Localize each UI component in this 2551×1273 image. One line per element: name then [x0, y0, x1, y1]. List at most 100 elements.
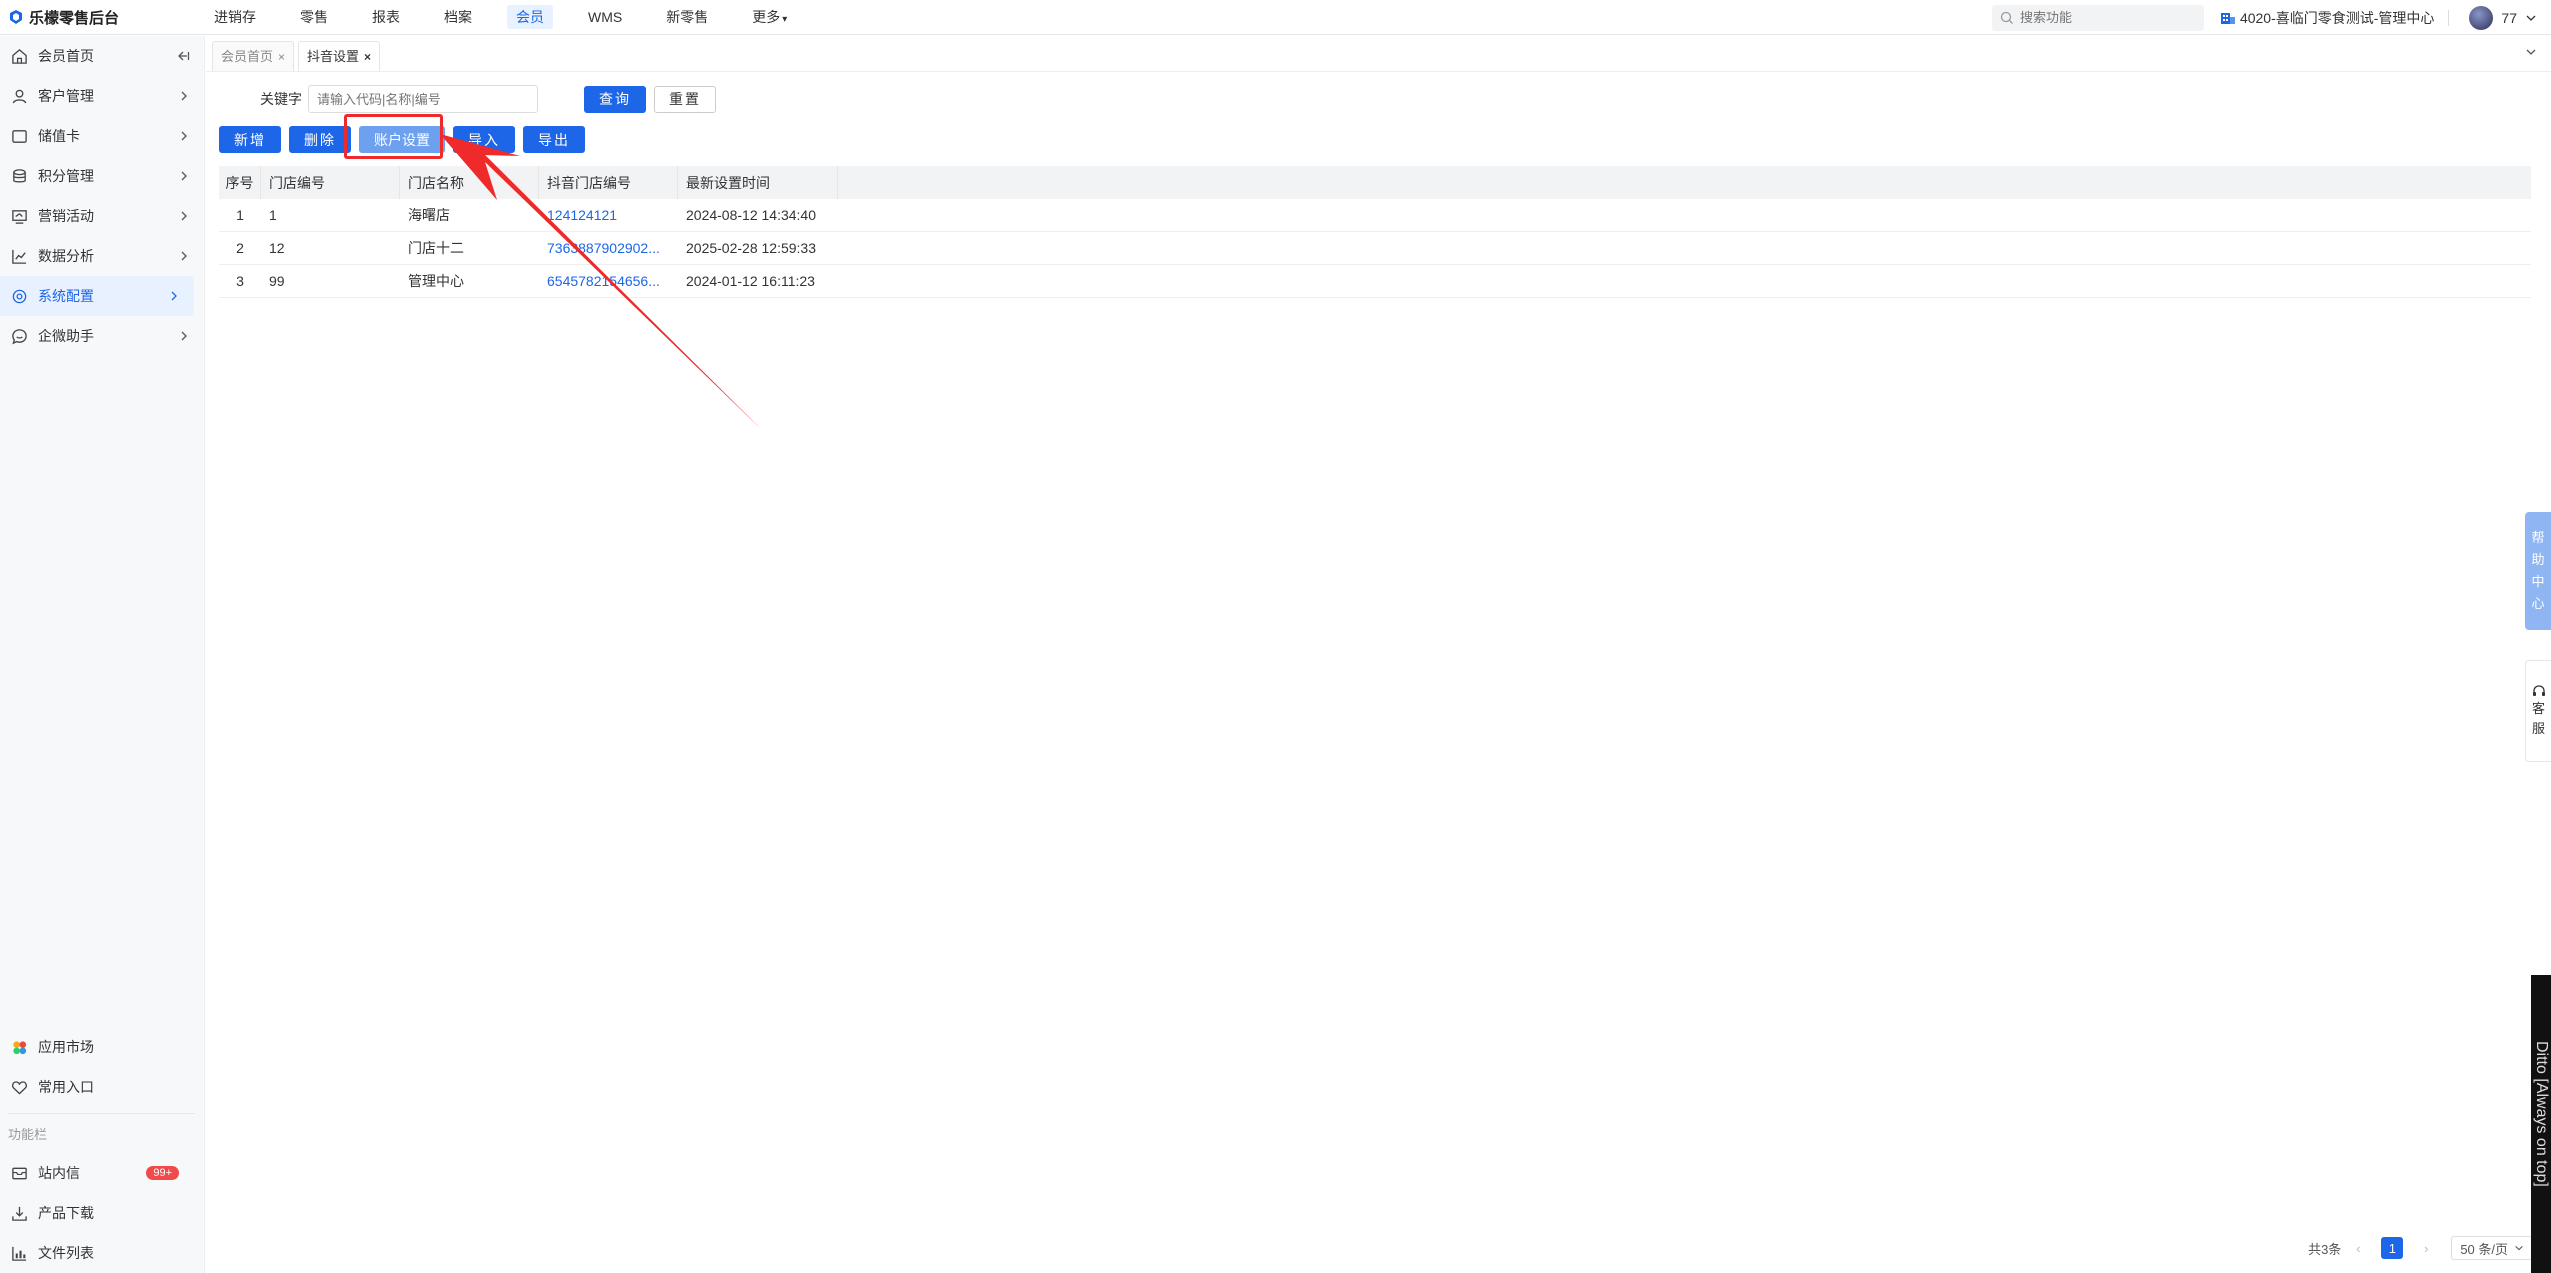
user-icon	[10, 87, 28, 105]
nav-item-more[interactable]: 更多 ▾	[743, 5, 796, 29]
brand[interactable]: 乐檬零售后台	[0, 7, 205, 28]
customer-service-float[interactable]: 客 服	[2525, 660, 2551, 762]
nav-item-archive[interactable]: 档案	[435, 5, 481, 29]
table-row[interactable]: 1 1 海曙店 124124121 2024-08-12 14:34:40	[219, 199, 2531, 232]
nav-item-retail[interactable]: 零售	[291, 5, 337, 29]
close-icon[interactable]: ×	[364, 43, 371, 71]
sidebar-item-inbox[interactable]: 站内信 99+	[0, 1153, 205, 1193]
search-icon	[2000, 11, 2013, 24]
chevron-right-icon	[181, 211, 187, 221]
cell-douyin-store-code-link[interactable]: 7363887902902...	[539, 232, 678, 264]
nav-item-wms[interactable]: WMS	[579, 5, 631, 29]
header-store-name: 门店名称	[400, 166, 539, 199]
next-page-icon[interactable]: ›	[2415, 1237, 2437, 1259]
section-title: 功能栏	[8, 1127, 48, 1142]
sidebar-item-label: 会员首页	[38, 48, 94, 64]
tab-label: 会员首页	[221, 48, 274, 64]
store-icon	[2220, 12, 2235, 24]
sidebar-item-points[interactable]: 积分管理	[0, 156, 204, 196]
query-button[interactable]: 查询	[584, 85, 646, 113]
ditto-overlay[interactable]: Ditto [Always on top]	[2531, 975, 2551, 1273]
app-market-icon	[10, 1038, 28, 1056]
cell-store-code: 12	[269, 240, 285, 256]
chevron-right-icon	[181, 171, 187, 181]
sidebar-item-label: 客户管理	[38, 88, 94, 104]
sidebar-item-label: 企微助手	[38, 328, 94, 344]
sidebar-item-download[interactable]: 产品下载	[0, 1193, 205, 1233]
page-size-select[interactable]: 50 条/页	[2451, 1236, 2533, 1260]
chevron-down-icon	[2526, 15, 2536, 21]
cell-last-set-time: 2024-01-12 16:11:23	[686, 273, 815, 289]
keyword-input[interactable]	[308, 85, 538, 113]
export-button[interactable]: 导出	[523, 126, 585, 153]
help-char: 中	[2531, 574, 2545, 589]
nav-item-inventory[interactable]: 进销存	[205, 5, 265, 29]
download-icon	[10, 1204, 28, 1222]
nav-item-reports[interactable]: 报表	[363, 5, 409, 29]
sidebar-item-customers[interactable]: 客户管理	[0, 76, 204, 116]
total-count: 共3条	[2308, 1241, 2342, 1257]
sidebar-item-label: 营销活动	[38, 208, 94, 224]
page-number[interactable]: 1	[2381, 1237, 2404, 1259]
chevron-right-icon	[181, 91, 187, 101]
cell-last-set-time: 2024-08-12 14:34:40	[686, 207, 816, 223]
table-header: 序号 门店编号 门店名称 抖音门店编号 最新设置时间	[219, 166, 2531, 199]
sidebar-item-data-analysis[interactable]: 数据分析	[0, 236, 204, 276]
sidebar-item-label: 站内信	[38, 1165, 80, 1181]
chevron-right-icon	[181, 331, 187, 341]
header-douyin-store-code: 抖音门店编号	[539, 166, 678, 199]
filter-row: 关键字 查询 重置	[260, 85, 716, 113]
sidebar-item-marketing[interactable]: 营销活动	[0, 196, 204, 236]
header-store-code: 门店编号	[261, 166, 400, 199]
nav-item-new-retail[interactable]: 新零售	[657, 5, 717, 29]
chevron-right-icon	[181, 251, 187, 261]
heart-icon	[10, 1078, 28, 1096]
cell-index: 1	[236, 207, 244, 223]
coins-icon	[10, 167, 28, 185]
sidebar-item-wecom-assistant[interactable]: 企微助手	[0, 316, 204, 356]
tab-douyin-settings[interactable]: 抖音设置 ×	[298, 41, 381, 71]
headset-icon	[2532, 685, 2545, 696]
cell-douyin-store-code-link[interactable]: 124124121	[539, 199, 678, 231]
sidebar-item-label: 常用入口	[38, 1079, 94, 1095]
add-button[interactable]: 新增	[219, 126, 281, 153]
sidebar-item-common-entry[interactable]: 常用入口	[0, 1067, 205, 1107]
header-index: 序号	[219, 166, 261, 199]
cell-last-set-time: 2025-02-28 12:59:33	[686, 240, 816, 256]
import-button[interactable]: 导入	[453, 126, 515, 153]
sidebar-item-label: 储值卡	[38, 128, 80, 144]
chevron-right-icon	[171, 291, 177, 301]
avatar	[2469, 5, 2494, 30]
service-char: 客	[2531, 701, 2545, 716]
user-name: 77	[2501, 9, 2517, 26]
tab-member-home[interactable]: 会员首页 ×	[212, 41, 295, 71]
sidebar-item-label: 积分管理	[38, 168, 94, 184]
header-last-set-time: 最新设置时间	[678, 166, 838, 199]
sidebar-item-label: 应用市场	[38, 1039, 94, 1055]
user-menu[interactable]: 77	[2449, 5, 2551, 30]
search-box[interactable]	[1991, 4, 2204, 31]
nav-item-member[interactable]: 会员	[507, 5, 553, 29]
delete-button[interactable]: 删除	[289, 126, 351, 153]
sidebar-item-label: 文件列表	[38, 1245, 94, 1261]
help-char: 帮	[2531, 530, 2545, 545]
sidebar-item-files[interactable]: 文件列表	[0, 1233, 205, 1273]
marketing-icon	[10, 207, 28, 225]
search-input[interactable]	[2019, 10, 2190, 25]
cell-store-code: 99	[269, 273, 285, 289]
sidebar-item-app-market[interactable]: 应用市场	[0, 1027, 205, 1067]
sidebar-item-system-config[interactable]: 系统配置	[0, 276, 194, 316]
tabs-dropdown-icon[interactable]	[2525, 46, 2537, 58]
help-center-float[interactable]: 帮 助 中 心	[2525, 512, 2551, 630]
main-content: 关键字 查询 重置 新增 删除 账户设置 导入 导出 序号 门店编号 门店名称 …	[206, 73, 2551, 1273]
table-row[interactable]: 2 12 门店十二 7363887902902... 2025-02-28 12…	[219, 232, 2531, 265]
table-row[interactable]: 3 99 管理中心 6545782154656... 2024-01-12 16…	[219, 265, 2531, 298]
sidebar-item-member-home[interactable]: 会员首页	[0, 36, 204, 76]
sidebar-item-stored-card[interactable]: 储值卡	[0, 116, 204, 156]
reset-button[interactable]: 重置	[654, 85, 716, 113]
cell-douyin-store-code-link[interactable]: 6545782154656...	[539, 265, 678, 297]
collapse-sidebar-icon[interactable]	[176, 50, 190, 62]
store-selector[interactable]: 4020-喜临门零食测试-管理中心	[2220, 9, 2450, 26]
prev-page-icon[interactable]: ‹	[2347, 1237, 2369, 1259]
close-icon[interactable]: ×	[278, 43, 285, 71]
